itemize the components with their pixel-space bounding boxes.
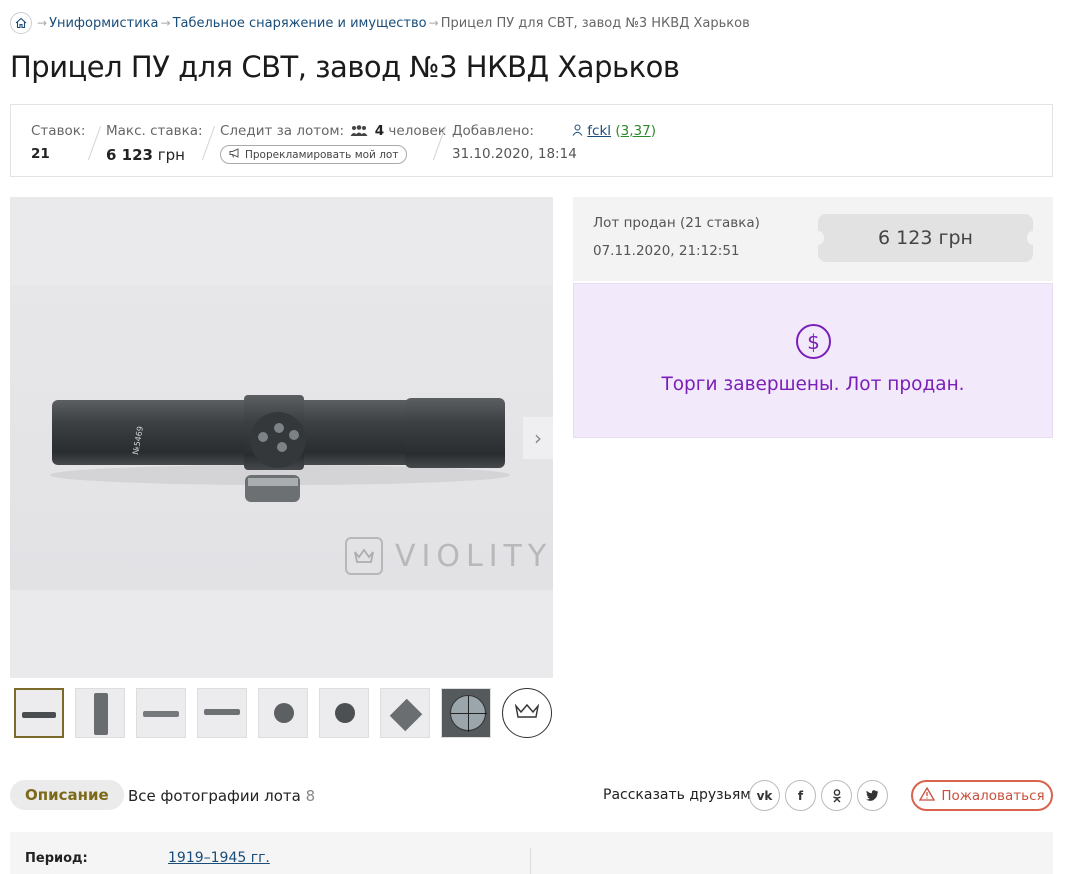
bids-stat: Ставок: 21	[31, 123, 85, 162]
bids-value: 21	[31, 146, 50, 162]
people-icon	[350, 125, 368, 141]
user-icon	[572, 124, 583, 140]
breadcrumb: → Униформистика → Табельное снаряжение и…	[10, 12, 750, 34]
photos-count: 8	[305, 787, 316, 805]
sale-status-box: Лот продан (21 ставка) 07.11.2020, 21:12…	[573, 197, 1053, 281]
promote-lot-button[interactable]: Прорекламировать мой лот	[220, 145, 408, 164]
odnoklassniki-icon[interactable]	[821, 780, 852, 811]
breadcrumb-current: Прицел ПУ для СВТ, завод №3 НКВД Харьков	[440, 15, 750, 31]
watermark-text: VIOLITY	[395, 538, 553, 574]
warning-icon	[919, 786, 936, 805]
max-bid-value: 6 123	[106, 146, 153, 164]
seller-link[interactable]: fckl	[587, 123, 611, 139]
bids-label: Ставок:	[31, 123, 86, 139]
divider	[87, 125, 102, 161]
auction-finished-message: Торги завершены. Лот продан.	[661, 374, 965, 395]
vk-icon[interactable]: vk	[749, 780, 780, 811]
thumbnail[interactable]	[197, 688, 247, 738]
twitter-icon[interactable]	[857, 780, 888, 811]
share-label: Рассказать друзьям:	[603, 787, 756, 803]
report-label: Пожаловаться	[941, 787, 1045, 804]
lot-details: Период: 1919–1945 гг.	[10, 832, 1053, 874]
max-bid: 6 123 грн	[106, 146, 203, 164]
lot-stats-bar: Ставок: 21 Макс. ставка: 6 123 грн Следи…	[10, 104, 1053, 177]
gallery-next-button[interactable]: ›	[523, 417, 553, 459]
sale-status: Лот продан (21 ставка)	[593, 215, 760, 231]
final-price: 6 123 грн	[812, 214, 1039, 262]
thumbnail[interactable]	[441, 688, 491, 738]
auction-finished-notice: $ Торги завершены. Лот продан.	[573, 283, 1053, 438]
breadcrumb-separator: →	[160, 16, 171, 30]
megaphone-icon	[229, 148, 241, 161]
thumbnail-strip	[14, 688, 552, 738]
facebook-icon[interactable]: f	[785, 780, 816, 811]
tab-all-photos[interactable]: Все фотографии лота 8	[128, 787, 315, 805]
photo-gallery[interactable]: №5469 VIOLITY ›	[10, 197, 553, 678]
watchers-unit: человек	[388, 123, 447, 139]
watchers-count: 4	[374, 123, 385, 139]
tab-description[interactable]: Описание	[10, 780, 124, 810]
max-bid-currency: грн	[157, 146, 185, 164]
period-value[interactable]: 1919–1945 гг.	[168, 850, 270, 866]
thumbnail[interactable]	[75, 688, 125, 738]
breadcrumb-separator: →	[37, 16, 48, 30]
home-icon[interactable]	[10, 12, 32, 34]
thumbnail[interactable]	[258, 688, 308, 738]
breadcrumb-uniformistika[interactable]: Униформистика	[49, 16, 158, 31]
seller-info: fckl (3,37)	[572, 123, 656, 140]
sale-date: 07.11.2020, 21:12:51	[593, 243, 740, 259]
breadcrumb-separator: →	[428, 16, 439, 30]
watchers-label: Следит за лотом:	[220, 123, 345, 139]
breadcrumb-equipment[interactable]: Табельное снаряжение и имущество	[173, 16, 427, 31]
seller-rating[interactable]: 3,37	[621, 123, 651, 139]
added-date: 31.10.2020, 18:14	[452, 146, 577, 162]
tab-all-photos-label: Все фотографии лота	[128, 787, 301, 805]
period-label: Период:	[25, 851, 88, 866]
thumbnail[interactable]	[319, 688, 369, 738]
divider	[201, 125, 216, 161]
added-stat: Добавлено: 31.10.2020, 18:14	[452, 123, 577, 162]
report-button[interactable]: Пожаловаться	[911, 780, 1053, 811]
promote-lot-label: Прорекламировать мой лот	[245, 148, 399, 161]
added-label: Добавлено:	[452, 123, 534, 139]
watchers-stat: Следит за лотом: 4 человек Прорекламиров…	[220, 123, 446, 164]
premium-crown-button[interactable]	[502, 688, 552, 738]
thumbnail[interactable]	[380, 688, 430, 738]
dollar-circle-icon: $	[796, 324, 831, 359]
crown-icon	[345, 537, 383, 575]
thumbnail[interactable]	[136, 688, 186, 738]
max-bid-stat: Макс. ставка: 6 123 грн	[106, 123, 203, 164]
watermark: VIOLITY	[345, 537, 552, 575]
crown-icon	[514, 702, 540, 724]
column-divider	[530, 848, 531, 874]
page-title: Прицел ПУ для СВТ, завод №3 НКВД Харьков	[10, 50, 680, 84]
thumbnail[interactable]	[14, 688, 64, 738]
max-bid-label: Макс. ставка:	[106, 123, 203, 139]
